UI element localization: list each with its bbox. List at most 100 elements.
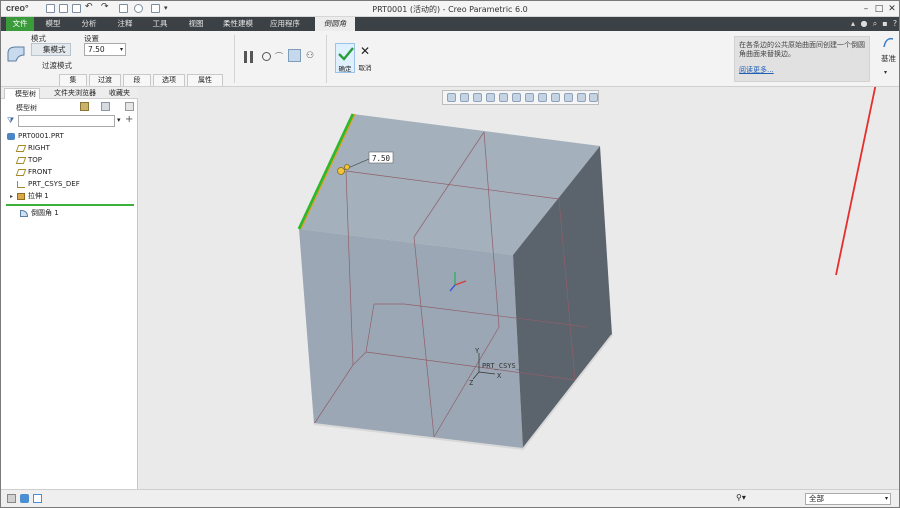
display-style-icon[interactable]: [499, 93, 508, 102]
annotation-arrow: [835, 87, 877, 276]
round-ribbon: 模式 集模式 过渡模式 设置 7.50 ▾ 集 过渡 段 选项 属性 ⌒ ⚇ 确定…: [1, 31, 899, 87]
help-panel: 在各条边的公共原始曲面间创建一个倒圆角曲面来替换边。 阅读更多...: [734, 36, 870, 82]
cancel-button[interactable]: ✕ 取消: [357, 43, 373, 73]
title-bar: creo° ↶ ↷ ▾ PRT0001 (活动的) - Creo Paramet…: [1, 1, 899, 17]
tab-file[interactable]: 文件: [6, 17, 34, 31]
ok-button[interactable]: 确定: [335, 43, 355, 73]
ribbon-separator: [326, 35, 327, 83]
search-options-icon[interactable]: ▾: [117, 116, 121, 124]
menu-bar: 文件 模型 分析 注释 工具 视图 柔性建模 应用程序 倒圆角 ▴ ● ⌕ ▪ …: [1, 17, 899, 31]
round-icon: [20, 210, 28, 217]
spin-center-icon[interactable]: [577, 93, 586, 102]
datum-dropdown-icon[interactable]: ▾: [884, 69, 887, 76]
tree-item-csys[interactable]: PRT_CSYS_DEF: [17, 180, 80, 189]
datum-plane-icon: [15, 145, 27, 152]
find-binoculars-icon[interactable]: ⚲▾: [736, 493, 746, 502]
close-x-icon: ✕: [360, 44, 371, 58]
tab-favorites[interactable]: 收藏夹: [99, 88, 130, 98]
tree-item-top-plane[interactable]: TOP: [15, 156, 42, 165]
insert-indicator[interactable]: [6, 204, 134, 206]
csys-icon: [17, 181, 25, 188]
attachment-preview-icon[interactable]: ⌒: [275, 51, 283, 62]
tab-annotate[interactable]: 注释: [110, 17, 140, 31]
help-icon[interactable]: ?: [890, 17, 900, 31]
repaint-icon[interactable]: [486, 93, 495, 102]
subtab-properties[interactable]: 属性: [187, 74, 223, 86]
tab-flexible-modeling[interactable]: 柔性建模: [216, 17, 260, 31]
model-view[interactable]: 7.50 Y X Z PRT_CSYS_: [139, 87, 899, 489]
saved-orientations-icon[interactable]: [512, 93, 521, 102]
search-icon[interactable]: ⌕: [870, 17, 880, 31]
preview-off-icon[interactable]: [262, 52, 271, 61]
tree-item-right-plane[interactable]: RIGHT: [15, 144, 50, 153]
tree-item-extrude[interactable]: 拉伸 1: [17, 192, 49, 201]
set-mode-button[interactable]: 集模式: [31, 43, 71, 56]
cube-front-face: [299, 229, 523, 449]
tab-applications[interactable]: 应用程序: [265, 17, 305, 31]
transition-mode-button[interactable]: 过渡模式: [31, 60, 72, 71]
tree-item-round[interactable]: 倒圆角 1: [20, 209, 59, 218]
subtab-sets[interactable]: 集: [59, 74, 87, 86]
tree-filter-icon[interactable]: [125, 102, 134, 111]
zoom-out-icon[interactable]: [473, 93, 482, 102]
tree-search-input[interactable]: [18, 115, 115, 127]
collapse-ribbon-icon[interactable]: ▴: [848, 17, 858, 31]
tab-round[interactable]: 倒圆角: [315, 17, 355, 31]
radius-input[interactable]: 7.50 ▾: [84, 43, 126, 56]
section-icon[interactable]: [551, 93, 560, 102]
tab-tools[interactable]: 工具: [145, 17, 175, 31]
tree-settings-icon[interactable]: [80, 102, 89, 111]
subtab-transitions[interactable]: 过渡: [89, 74, 121, 86]
datum-plane-icon: [15, 169, 27, 176]
application-window: creo° ↶ ↷ ▾ PRT0001 (活动的) - Creo Paramet…: [0, 0, 900, 508]
show-columns-icon[interactable]: [101, 102, 110, 111]
tab-model-tree[interactable]: 模型树: [4, 88, 40, 99]
add-item-icon[interactable]: +: [125, 114, 133, 125]
notification-icon[interactable]: ●: [859, 17, 869, 31]
pause-icon[interactable]: [244, 51, 254, 63]
verify-glasses-icon[interactable]: ⚇: [306, 51, 314, 61]
datum-label[interactable]: 基准: [881, 53, 896, 64]
radius-drag-handle[interactable]: [337, 167, 345, 175]
subtab-options[interactable]: 选项: [153, 74, 185, 86]
tab-model[interactable]: 模型: [38, 17, 68, 31]
navigator-toggle-icon[interactable]: [7, 494, 16, 503]
selection-filter[interactable]: 全部 ▾: [805, 493, 891, 505]
browser-toggle-icon[interactable]: [20, 494, 29, 503]
tab-analysis[interactable]: 分析: [74, 17, 104, 31]
close-button[interactable]: ✕: [885, 2, 899, 16]
view-manager-icon[interactable]: [525, 93, 534, 102]
subtab-pieces[interactable]: 段: [123, 74, 151, 86]
zoom-in-icon[interactable]: [460, 93, 469, 102]
checkmark-icon: [338, 47, 354, 61]
annotation-display-icon[interactable]: [589, 93, 598, 102]
minimize-button[interactable]: –: [859, 2, 873, 16]
window-title: PRT0001 (活动的) - Creo Parametric 6.0: [372, 5, 528, 14]
radius-drag-handle[interactable]: [344, 164, 350, 170]
perspective-icon[interactable]: [538, 93, 547, 102]
graphics-toolbar: [442, 90, 599, 105]
tab-view[interactable]: 视图: [181, 17, 211, 31]
tree-item-part[interactable]: PRT0001.PRT: [7, 132, 64, 141]
panel-tabs: 模型树 文件夹浏览器 收藏夹: [1, 87, 138, 99]
extrude-icon: [17, 193, 25, 200]
datum-display-icon[interactable]: [564, 93, 573, 102]
part-icon: [7, 133, 15, 140]
fullscreen-icon[interactable]: [33, 494, 42, 503]
maximize-button[interactable]: □: [872, 2, 886, 16]
tree-item-front-plane[interactable]: FRONT: [15, 168, 52, 177]
community-icon[interactable]: ▪: [880, 17, 890, 31]
datum-curve-icon[interactable]: [881, 35, 895, 49]
refit-icon[interactable]: [447, 93, 456, 102]
read-more-link[interactable]: 阅读更多...: [739, 66, 865, 75]
model-tree-panel: 模型树 文件夹浏览器 收藏夹 模型树 ⧩ ▾ + PRT0001.PRT RIG…: [1, 87, 138, 489]
tab-folder-browser[interactable]: 文件夹浏览器: [44, 88, 96, 98]
expand-arrow-icon[interactable]: ▸: [10, 193, 13, 200]
chevron-down-icon: ▾: [884, 495, 888, 502]
filter-funnel-icon[interactable]: ⧩: [7, 116, 14, 126]
graphics-window[interactable]: 7.50 Y X Z PRT_CSYS_: [139, 87, 899, 489]
ribbon-separator: [234, 35, 235, 83]
geometry-preview-icon[interactable]: [288, 49, 301, 62]
csys-axis-z: Z: [469, 379, 473, 387]
dimension-value[interactable]: 7.50: [372, 154, 391, 163]
